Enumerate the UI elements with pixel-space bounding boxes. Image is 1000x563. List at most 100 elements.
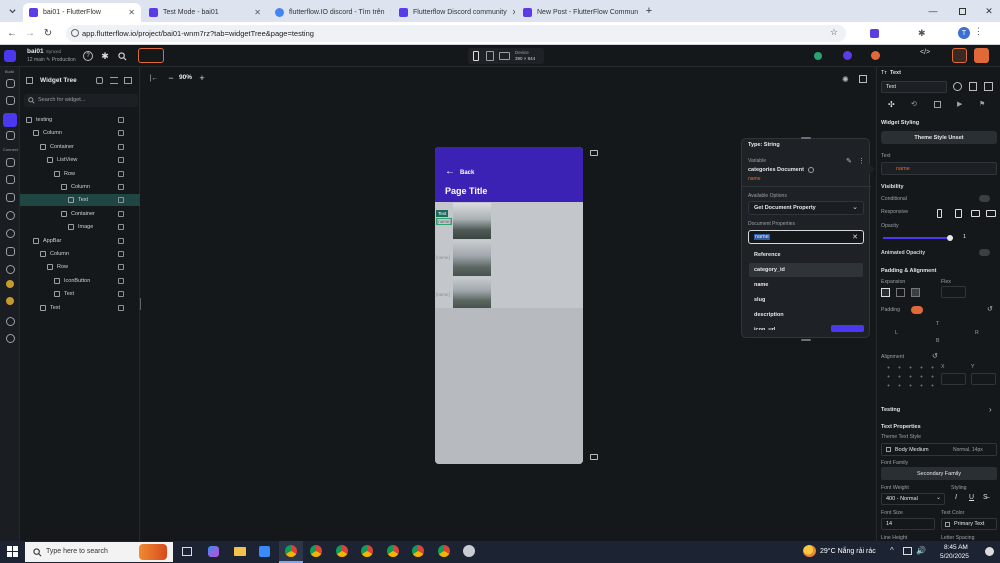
row-actions-icon[interactable] xyxy=(118,184,124,190)
close-icon[interactable]: ✕ xyxy=(512,8,515,17)
popup-bottom-handle[interactable] xyxy=(801,339,811,341)
tree-row[interactable]: Row xyxy=(20,168,140,180)
tablet-device-icon[interactable] xyxy=(486,51,494,61)
browser-tab-1[interactable]: bai01 - FlutterFlow ✕ xyxy=(23,3,141,22)
row-actions-icon[interactable] xyxy=(118,210,124,217)
browser-tab-5[interactable]: New Post - FlutterFlow Commun ✕ xyxy=(517,3,639,22)
list-view-icon[interactable] xyxy=(110,77,118,84)
task-view-icon[interactable] xyxy=(182,547,192,556)
italic-icon[interactable]: I xyxy=(955,494,957,501)
code-view-icon[interactable]: </> xyxy=(920,49,930,56)
cloud-icon[interactable] xyxy=(6,265,15,274)
popup-drag-handle[interactable] xyxy=(801,137,811,139)
widget-tree-icon[interactable] xyxy=(3,113,17,127)
weather-text[interactable]: 29°C Nắng rải rác xyxy=(820,548,876,555)
strikethrough-icon[interactable]: S̶ xyxy=(983,494,988,501)
list-item-text[interactable]: [name] xyxy=(436,292,450,297)
tree-row[interactable]: Text xyxy=(20,302,140,314)
tree-row[interactable]: Image xyxy=(20,221,140,233)
address-bar[interactable]: app.flutterflow.io/project/bai01-wnm7rz?… xyxy=(66,25,846,42)
chrome-window-icon[interactable] xyxy=(336,545,348,557)
property-search-input[interactable]: name ✕ xyxy=(748,230,864,244)
font-weight-dropdown[interactable]: 400 - Normal ⌄ xyxy=(881,493,945,505)
canvas-options-icon[interactable] xyxy=(859,75,867,83)
property-option[interactable]: description xyxy=(749,308,863,322)
notification-icon[interactable] xyxy=(985,547,994,556)
opacity-slider[interactable] xyxy=(883,235,953,241)
weather-icon[interactable] xyxy=(803,545,816,557)
row-actions-icon[interactable] xyxy=(118,277,124,284)
text-color-picker[interactable]: Primary Text xyxy=(941,518,997,530)
conditional-toggle[interactable] xyxy=(979,195,990,202)
tree-row[interactable]: Container xyxy=(20,141,140,153)
chrome-window-icon[interactable] xyxy=(310,545,322,557)
database-icon[interactable] xyxy=(6,158,15,167)
project-name[interactable]: bai01 xyxy=(27,48,44,55)
help-icon[interactable]: ? xyxy=(83,51,93,61)
more-vert-icon[interactable]: ⋮ xyxy=(858,157,865,165)
text-value-field[interactable]: name xyxy=(881,162,997,175)
opacity-slider-knob[interactable] xyxy=(946,235,953,241)
star-icon[interactable]: ☆ xyxy=(830,27,838,38)
api-calls-icon[interactable] xyxy=(6,175,15,184)
expansion-option-1[interactable] xyxy=(881,288,890,297)
phone-preview[interactable]: ← Back Page Title Text [name] [name] [na… xyxy=(435,147,583,464)
animations-tab-icon[interactable]: ▶ xyxy=(957,100,962,108)
state-tab-icon[interactable]: ⚑ xyxy=(979,100,985,108)
site-info-icon[interactable] xyxy=(71,29,79,37)
alignment-grid[interactable] xyxy=(883,363,935,391)
row-actions-icon[interactable] xyxy=(118,130,124,137)
collapse-icon[interactable] xyxy=(124,77,132,84)
backend-query-tab-icon[interactable]: ⟲ xyxy=(911,100,917,108)
expansion-option-2[interactable] xyxy=(896,288,905,297)
responsive-desktop-icon[interactable] xyxy=(986,210,996,217)
close-icon[interactable]: ✕ xyxy=(390,8,391,17)
code-icon[interactable] xyxy=(984,82,993,91)
profile-avatar[interactable]: T xyxy=(958,27,970,39)
browser-tab-2[interactable]: Test Mode - bai01 ✕ xyxy=(143,3,267,22)
puzzle-icon[interactable]: ✱ xyxy=(918,28,926,39)
flex-input[interactable] xyxy=(941,286,966,298)
chrome-window-icon[interactable] xyxy=(361,545,373,557)
theme-style-button[interactable]: Theme Style Unset xyxy=(881,131,997,144)
components-icon[interactable] xyxy=(6,131,15,140)
row-actions-icon[interactable] xyxy=(118,170,124,177)
zoom-in-icon[interactable]: + xyxy=(197,73,207,83)
copy-icon[interactable] xyxy=(969,82,977,91)
run-app-button[interactable] xyxy=(974,48,989,63)
reload-icon[interactable]: ↻ xyxy=(42,27,54,39)
taskbar-search-box[interactable]: Type here to search xyxy=(25,542,173,562)
version-dropdown[interactable] xyxy=(138,48,164,63)
responsive-tablet-icon[interactable] xyxy=(955,209,962,218)
responsive-phone-icon[interactable] xyxy=(937,209,942,218)
favorite-icon[interactable] xyxy=(953,82,962,91)
credit-icon[interactable] xyxy=(871,51,880,60)
tree-row[interactable]: IconButton xyxy=(20,275,140,287)
chrome-window-icon[interactable] xyxy=(438,545,450,557)
extension-icon[interactable] xyxy=(870,29,879,38)
tree-row[interactable]: Column xyxy=(20,127,140,139)
row-actions-icon[interactable] xyxy=(118,117,124,123)
integrations-icon[interactable] xyxy=(6,280,14,288)
copilot-icon[interactable] xyxy=(208,546,219,557)
font-size-input[interactable]: 14 xyxy=(881,518,935,530)
property-option[interactable]: category_id xyxy=(749,263,863,277)
phone-device-icon[interactable] xyxy=(473,51,479,61)
lock-icon[interactable] xyxy=(96,77,103,84)
tree-row[interactable]: ListView xyxy=(20,154,140,166)
list-item-text[interactable]: [name] xyxy=(436,218,452,225)
phone-bottom-handle-icon[interactable] xyxy=(590,454,598,460)
pages-icon[interactable] xyxy=(6,79,15,88)
chrome-window-icon[interactable] xyxy=(412,545,424,557)
tree-row[interactable]: Row xyxy=(20,261,140,273)
property-option[interactable]: slug xyxy=(749,293,863,307)
animated-opacity-toggle[interactable] xyxy=(979,249,990,256)
tree-row[interactable]: Column xyxy=(20,181,140,193)
list-item-text[interactable]: [name] xyxy=(436,255,450,260)
properties-tab-icon[interactable]: ✣ xyxy=(888,100,895,109)
chevron-right-icon[interactable]: › xyxy=(989,405,992,414)
canvas-brightness-icon[interactable]: ✺ xyxy=(842,75,849,84)
underline-icon[interactable]: U xyxy=(969,494,974,501)
confirm-button[interactable] xyxy=(831,325,864,332)
row-actions-icon[interactable] xyxy=(118,237,124,244)
